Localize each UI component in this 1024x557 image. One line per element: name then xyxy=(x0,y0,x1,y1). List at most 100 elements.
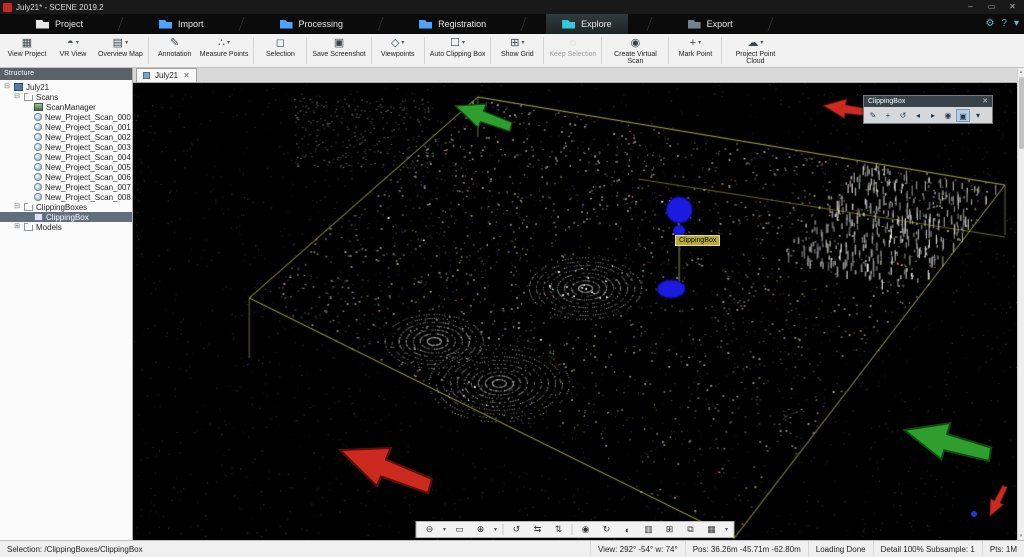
expander-icon[interactable]: ⊟ xyxy=(13,202,21,212)
dropdown-caret-icon[interactable]: ▾ xyxy=(760,39,763,46)
edit-clipping-icon[interactable]: ✎ xyxy=(866,109,880,122)
tree-item-new-project-scan-002[interactable]: New_Project_Scan_002 xyxy=(0,132,132,142)
zoom-in-icon[interactable]: ⊕ xyxy=(471,522,491,537)
zoom-window-dropdown[interactable]: ▾ xyxy=(492,526,500,533)
viewport-scrollbar[interactable]: ▴ ▾ xyxy=(1017,68,1024,540)
apply-clipping-icon[interactable]: ▣ xyxy=(956,108,970,122)
view-options-dropdown[interactable]: ▾ xyxy=(723,526,731,533)
scroll-up-icon[interactable]: ▴ xyxy=(1020,68,1023,76)
tree-item-new-project-scan-006[interactable]: New_Project_Scan_006 xyxy=(0,172,132,182)
show-grid-button[interactable]: ⊞ ▾ Show Grid xyxy=(494,34,540,67)
split-view-icon[interactable]: ◐ xyxy=(618,522,638,537)
tree-item-new-project-scan-008[interactable]: New_Project_Scan_008 xyxy=(0,192,132,202)
rotate-view-icon[interactable]: ↺ xyxy=(507,522,527,537)
tree-item-new-project-scan-000[interactable]: New_Project_Scan_000 xyxy=(0,112,132,122)
scan-manager-icon xyxy=(34,103,43,111)
create-virtual-scan-button[interactable]: ◉ Create Virtual Scan xyxy=(605,34,665,67)
scroll-down-icon[interactable]: ▾ xyxy=(1020,532,1023,540)
ribbon-tab-project[interactable]: Project xyxy=(20,14,99,34)
tree-item-models[interactable]: ⊞ Models xyxy=(0,222,132,232)
fullscreen-icon[interactable]: ⧉ xyxy=(681,522,701,537)
tree-item-new-project-scan-005[interactable]: New_Project_Scan_005 xyxy=(0,162,132,172)
selection-button[interactable]: ◻ Selection xyxy=(257,34,303,67)
tree-item-label: New_Project_Scan_007 xyxy=(45,182,131,192)
nav-toolbar-separator xyxy=(571,524,573,535)
rotate-clipping-icon[interactable]: ↺ xyxy=(896,109,910,122)
tree-item-scans[interactable]: ⊟ Scans xyxy=(0,92,132,102)
ribbon-tab-import[interactable]: Import xyxy=(143,14,220,34)
scrollbar-thumb[interactable] xyxy=(1018,77,1024,149)
view-project-button[interactable]: ▦ View Project xyxy=(4,34,50,67)
measure-points-button[interactable]: ∴ ▾ Measure Points xyxy=(198,34,251,67)
tree-item-scanmanager[interactable]: ScanManager xyxy=(0,102,132,112)
overview-map-button[interactable]: ▤ ▾ Overview Map xyxy=(96,34,145,67)
zoom-mode-dropdown[interactable]: ▾ xyxy=(441,526,449,533)
examine-mode-icon[interactable]: ◉ xyxy=(576,522,596,537)
toolbar-item-label: Auto Clipping Box xyxy=(429,51,486,58)
view-options-icon[interactable]: ▦ xyxy=(702,522,722,537)
status-point-count: Pts: 1M xyxy=(981,541,1024,557)
close-button[interactable]: ✕ xyxy=(1004,0,1021,14)
panel-menu-icon[interactable]: ▾ xyxy=(971,109,985,122)
3d-viewport[interactable]: ClippingBox ✕ ✎ + ↺ ◂ ▸ ◉ ▣ ▾ ClippingBox ⊖ ▾ ▭ ⊕ ▾… xyxy=(133,83,1017,540)
dolly-view-icon[interactable]: ⇅ xyxy=(549,522,569,537)
status-selection: Selection: /ClippingBoxes/ClippingBox xyxy=(7,544,143,554)
next-face-icon[interactable]: ▸ xyxy=(926,109,940,122)
dropdown-caret-icon[interactable]: ▾ xyxy=(521,39,524,46)
tree-item-clippingbox[interactable]: ClippingBox xyxy=(0,212,132,222)
minimize-button[interactable]: – xyxy=(962,0,979,14)
mark-point-button[interactable]: + ▾ Mark Point xyxy=(672,34,718,67)
tree-item-july21[interactable]: ⊟ July21 xyxy=(0,82,132,92)
ribbon-tab-export[interactable]: Export xyxy=(672,14,749,34)
clipping-box-marker-label[interactable]: ClippingBox xyxy=(675,235,721,246)
tree-item-new-project-scan-007[interactable]: New_Project_Scan_007 xyxy=(0,182,132,192)
annotation-button[interactable]: ✎ Annotation xyxy=(152,34,198,67)
clipping-box-toolbar-close-icon[interactable]: ✕ xyxy=(982,96,988,107)
pan-view-icon[interactable]: ⇆ xyxy=(528,522,548,537)
dropdown-caret-icon[interactable]: ▾ xyxy=(76,39,79,46)
save-screenshot-button[interactable]: ▣ Save Screenshot xyxy=(310,34,367,67)
dropdown-caret-icon[interactable]: ▾ xyxy=(401,39,404,46)
scan-icon xyxy=(34,153,42,161)
point-cloud-canvas[interactable] xyxy=(133,83,1017,540)
tree-item-new-project-scan-003[interactable]: New_Project_Scan_003 xyxy=(0,142,132,152)
expander-icon[interactable]: ⊞ xyxy=(13,222,21,232)
dropdown-caret-icon[interactable]: ▾ xyxy=(125,39,128,46)
tree-item-clippingboxes[interactable]: ⊟ ClippingBoxes xyxy=(0,202,132,212)
expander-icon[interactable]: ⊟ xyxy=(3,82,11,92)
project-point-cloud-button[interactable]: ☁ ▾ Project Point Cloud xyxy=(725,34,785,67)
zoom-out-icon[interactable]: ⊖ xyxy=(420,522,440,537)
help-icon[interactable]: ? xyxy=(1001,14,1007,34)
document-tab-close-icon[interactable]: ✕ xyxy=(183,71,190,80)
app-logo-icon xyxy=(3,2,12,12)
viewpoints-button[interactable]: ◇ ▾ Viewpoints xyxy=(375,34,421,67)
toolbar-item-row: ◉ xyxy=(631,36,641,49)
translate-clipping-icon[interactable]: + xyxy=(881,109,895,122)
vr-view-button[interactable]: ◓ ▾ VR View xyxy=(50,34,96,67)
ribbon-tab-registration[interactable]: Registration xyxy=(403,14,502,34)
ribbon-tab-explore[interactable]: Explore xyxy=(546,14,628,34)
expander-icon[interactable]: ⊟ xyxy=(13,92,21,102)
settings-gear-icon[interactable]: ⚙ xyxy=(985,14,994,34)
keep-selection-icon: ◌ xyxy=(569,36,577,49)
ribbon-right-icons: ⚙? ▾ xyxy=(985,14,1019,34)
projection-icon[interactable]: ⊞ xyxy=(660,522,680,537)
tree-item-new-project-scan-001[interactable]: New_Project_Scan_001 xyxy=(0,122,132,132)
visibility-icon[interactable]: ◉ xyxy=(941,109,955,122)
color-mode-icon[interactable]: ▥ xyxy=(639,522,659,537)
dropdown-caret-icon[interactable]: ▾ xyxy=(227,39,230,46)
auto-clipping-box-button[interactable]: ☐ ▾ Auto Clipping Box xyxy=(428,34,488,67)
tree-item-new-project-scan-004[interactable]: New_Project_Scan_004 xyxy=(0,152,132,162)
document-tab-july21[interactable]: July21 ✕ xyxy=(136,68,197,82)
toolbar-item-label: Project Point Cloud xyxy=(735,51,776,65)
walk-mode-icon[interactable]: ↻ xyxy=(597,522,617,537)
prev-face-icon[interactable]: ◂ xyxy=(911,109,925,122)
scan-position-marker[interactable] xyxy=(971,511,977,517)
collapse-ribbon-icon[interactable]: ▾ xyxy=(1014,14,1019,34)
fit-view-icon[interactable]: ▭ xyxy=(450,522,470,537)
ribbon-tab-processing[interactable]: Processing xyxy=(264,14,360,34)
maximize-button[interactable]: ▭ xyxy=(983,0,1000,14)
dropdown-caret-icon[interactable]: ▾ xyxy=(698,39,701,46)
dropdown-caret-icon[interactable]: ▾ xyxy=(462,39,465,46)
toolbar-item-label: View Project xyxy=(7,51,47,58)
